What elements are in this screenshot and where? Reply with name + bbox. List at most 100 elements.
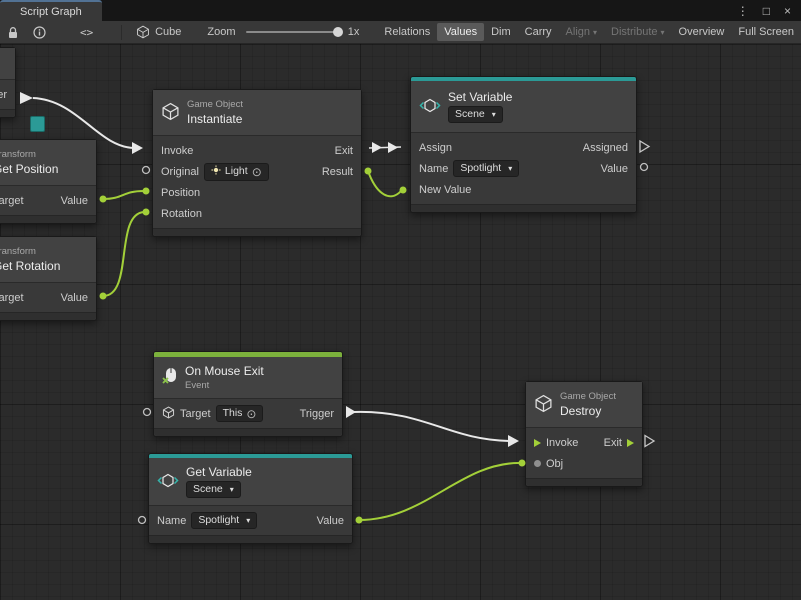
variable-name-dropdown[interactable]: Spotlight ▾ — [191, 512, 257, 529]
toolbar-separator — [121, 25, 122, 40]
variable-icon — [419, 97, 441, 117]
maximize-icon[interactable]: □ — [763, 4, 770, 18]
wire-result-to-new-value[interactable] — [365, 168, 407, 197]
node-fragment-teal[interactable] — [30, 116, 45, 132]
port-label-value: Value — [61, 292, 88, 304]
node-category: Transform — [0, 149, 58, 160]
wire-get-position-to-position[interactable] — [100, 188, 150, 203]
scope-value: Scene — [193, 483, 223, 496]
port-label-invoke: Invoke — [546, 437, 578, 449]
port-exit-out[interactable] — [645, 436, 654, 447]
tab-script-graph[interactable]: Script Graph — [0, 0, 102, 21]
wires-overlay — [0, 44, 801, 600]
variable-name-dropdown[interactable]: Spotlight ▾ — [453, 160, 519, 177]
wire-get-variable-to-obj[interactable] — [356, 460, 526, 524]
relations-button[interactable]: Relations — [377, 23, 437, 41]
port-label-value: Value — [61, 195, 88, 207]
zoom-label: Zoom — [207, 26, 235, 38]
port-name-in[interactable] — [139, 517, 146, 524]
node-title: Get Rotation — [0, 259, 60, 273]
node-fragment[interactable]: Trigger — [0, 47, 16, 118]
port-value-out[interactable] — [641, 164, 648, 171]
node-get-variable[interactable]: Get Variable Scene ▾ Name Spotlight ▾ — [148, 453, 353, 544]
info-icon[interactable] — [33, 26, 46, 39]
zoom-slider[interactable] — [246, 31, 340, 33]
dim-button[interactable]: Dim — [484, 23, 518, 41]
port-label-exit: Exit — [335, 145, 353, 157]
port-original-in[interactable] — [143, 167, 150, 174]
menu-icon[interactable]: ⋮ — [737, 4, 749, 18]
node-instantiate[interactable]: Game Object Instantiate Invoke Exit Orig… — [152, 89, 362, 237]
wire-exit-to-assign[interactable] — [369, 142, 401, 153]
object-field-light[interactable]: Light ⊙ — [204, 163, 269, 181]
wire-trigger-to-destroy-invoke[interactable] — [346, 406, 519, 447]
mouse-icon — [162, 367, 178, 389]
chevron-down-icon: ▾ — [593, 28, 597, 37]
node-footer — [411, 204, 636, 212]
object-field-this[interactable]: This ⊙ — [216, 405, 264, 422]
port-assigned-out[interactable] — [640, 141, 649, 152]
port-label-target: Target — [0, 195, 24, 207]
lock-icon[interactable] — [7, 26, 19, 39]
close-icon[interactable]: × — [784, 4, 791, 18]
node-footer — [153, 228, 361, 236]
port-target-in[interactable] — [144, 409, 151, 416]
tab-bar: Script Graph ⋮ □ × — [0, 0, 801, 21]
node-footer — [149, 535, 352, 543]
port-label-assigned: Assigned — [583, 142, 628, 154]
zoom-slider-handle[interactable] — [333, 27, 343, 37]
variable-name-value: Spotlight — [460, 162, 501, 175]
node-get-rotation[interactable]: Transform Get Rotation Target Value — [0, 236, 97, 321]
node-destroy[interactable]: Game Object Destroy Invoke Exit — [525, 381, 643, 487]
scope-dropdown[interactable]: Scene ▾ — [448, 106, 503, 123]
port-label-position: Position — [161, 187, 200, 199]
graph-toolbar: <> Cube Zoom 1x Relations Values Dim Car… — [0, 21, 801, 44]
node-title: On Mouse Exit — [185, 364, 264, 378]
scope-dropdown[interactable]: Scene ▾ — [186, 481, 241, 498]
object-field-value: Light — [225, 165, 248, 178]
node-footer — [0, 312, 96, 320]
node-title: Get Position — [0, 162, 58, 176]
value-port-icon[interactable] — [534, 460, 541, 467]
graph-canvas[interactable]: Trigger Transform Get Position Target Va… — [0, 44, 801, 600]
port-label-trigger: Trigger — [0, 89, 7, 101]
distribute-button[interactable]: Distribute▾ — [604, 23, 671, 41]
cube-icon — [534, 394, 553, 416]
overview-button[interactable]: Overview — [672, 23, 732, 41]
flow-out-arrow-icon[interactable] — [627, 439, 634, 447]
object-picker-icon[interactable]: ⊙ — [246, 408, 256, 420]
node-on-mouse-exit[interactable]: On Mouse Exit Event Target This ⊙ — [153, 351, 343, 437]
port-label-target: Target — [0, 292, 24, 304]
port-label-original: Original — [161, 166, 199, 178]
align-label: Align — [566, 26, 590, 38]
node-fragment-header — [0, 48, 15, 80]
cube-icon — [161, 102, 180, 124]
carry-button[interactable]: Carry — [518, 23, 559, 41]
node-footer — [526, 478, 642, 486]
port-label-rotation: Rotation — [161, 208, 202, 220]
window-controls: ⋮ □ × — [737, 0, 801, 21]
port-label-result: Result — [322, 166, 353, 178]
port-label-new-value: New Value — [419, 184, 471, 196]
align-button[interactable]: Align▾ — [559, 23, 604, 41]
port-label-name: Name — [157, 515, 186, 527]
target-object-label[interactable]: Cube — [155, 26, 181, 38]
node-set-variable[interactable]: Set Variable Scene ▾ Assign Assigned Nam… — [410, 76, 637, 213]
values-button[interactable]: Values — [437, 23, 484, 41]
flow-in-arrow-icon[interactable] — [534, 439, 541, 447]
node-title: Destroy — [560, 404, 616, 418]
tab-title: Script Graph — [20, 6, 82, 18]
chevron-down-icon: ▾ — [230, 483, 234, 496]
chevron-down-icon: ▾ — [508, 162, 512, 175]
fullscreen-button[interactable]: Full Screen — [731, 23, 801, 41]
node-get-position[interactable]: Transform Get Position Target Value — [0, 139, 97, 224]
cube-icon — [162, 406, 175, 422]
object-picker-icon[interactable]: ⊙ — [252, 166, 262, 178]
port-label-value: Value — [317, 515, 344, 527]
node-footer — [154, 428, 342, 436]
node-category: Game Object — [187, 99, 243, 110]
port-label-trigger: Trigger — [300, 408, 334, 420]
code-icon[interactable]: <> — [80, 26, 93, 39]
wire-get-rotation-to-rotation[interactable] — [100, 209, 150, 300]
unity-script-graph-window: Script Graph ⋮ □ × <> Cube Zoom 1x Relat… — [0, 0, 801, 600]
